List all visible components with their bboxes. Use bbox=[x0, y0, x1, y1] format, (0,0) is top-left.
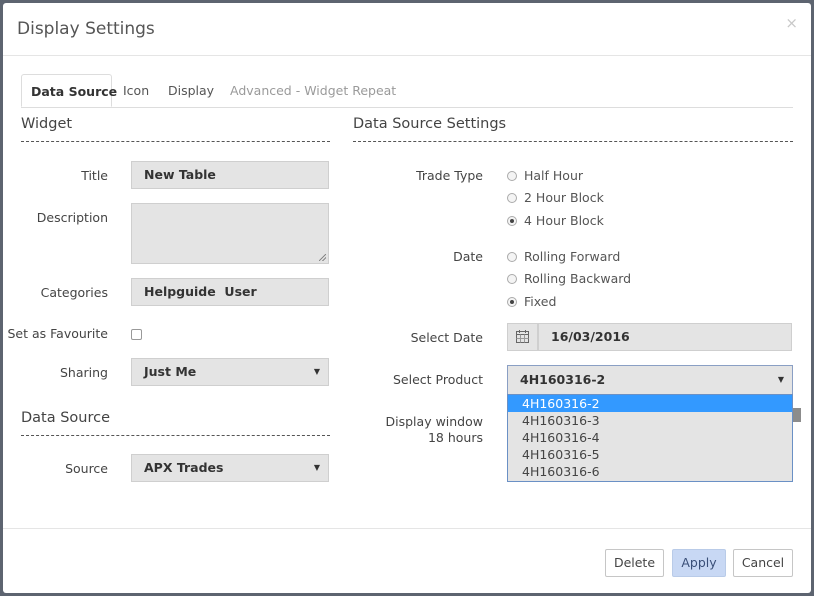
calendar-icon bbox=[516, 330, 529, 343]
product-option[interactable]: 4H160316-2 bbox=[508, 395, 792, 412]
trade-type-half-hour[interactable]: Half Hour bbox=[507, 168, 583, 183]
data-source-section-title: Data Source bbox=[21, 410, 330, 436]
product-option[interactable]: 4H160316-5 bbox=[508, 446, 792, 463]
radio-icon bbox=[507, 252, 517, 262]
radio-label: Rolling Forward bbox=[524, 249, 621, 264]
scrollbar-thumb[interactable] bbox=[793, 408, 801, 422]
favourite-checkbox[interactable] bbox=[131, 329, 142, 340]
select-product-select[interactable]: 4H160316-2 ▼ bbox=[507, 365, 793, 395]
trade-type-label: Trade Type bbox=[416, 168, 483, 183]
product-option[interactable]: 4H160316-3 bbox=[508, 412, 792, 429]
cancel-button[interactable]: Cancel bbox=[733, 549, 793, 577]
source-label: Source bbox=[65, 461, 108, 476]
sharing-value: Just Me bbox=[144, 364, 197, 379]
select-date-input[interactable]: 16/03/2016 bbox=[538, 323, 792, 351]
caret-down-icon: ▼ bbox=[313, 463, 320, 472]
sharing-select[interactable]: Just Me ▼ bbox=[131, 358, 329, 386]
radio-label: Rolling Backward bbox=[524, 271, 632, 286]
select-product-value: 4H160316-2 bbox=[520, 372, 606, 387]
trade-type-2-hour-block[interactable]: 2 Hour Block bbox=[507, 190, 604, 205]
apply-button[interactable]: Apply bbox=[672, 549, 726, 577]
product-option[interactable]: 4H160316-4 bbox=[508, 429, 792, 446]
modal-footer: Delete Apply Cancel bbox=[3, 528, 811, 593]
calendar-button[interactable] bbox=[507, 323, 538, 351]
delete-button[interactable]: Delete bbox=[605, 549, 664, 577]
source-value: APX Trades bbox=[144, 460, 224, 475]
description-textarea[interactable] bbox=[131, 203, 329, 264]
title-label: Title bbox=[81, 168, 108, 183]
modal-title: Display Settings bbox=[17, 19, 155, 39]
sharing-label: Sharing bbox=[60, 365, 108, 380]
date-rolling-backward[interactable]: Rolling Backward bbox=[507, 271, 631, 286]
categories-label: Categories bbox=[40, 285, 108, 300]
caret-down-icon: ▼ bbox=[313, 367, 320, 376]
trade-type-4-hour-block[interactable]: 4 Hour Block bbox=[507, 213, 604, 228]
radio-label: 2 Hour Block bbox=[524, 190, 604, 205]
radio-icon bbox=[507, 171, 517, 181]
title-input[interactable]: New Table bbox=[131, 161, 329, 189]
radio-label: 4 Hour Block bbox=[524, 213, 604, 228]
tab-display[interactable]: Display bbox=[168, 74, 214, 107]
tab-bar: Data Source Icon Display Advanced - Widg… bbox=[21, 74, 793, 108]
radio-checked-icon bbox=[507, 216, 517, 226]
date-fixed[interactable]: Fixed bbox=[507, 294, 556, 309]
favourite-label: Set as Favourite bbox=[7, 326, 108, 341]
date-label: Date bbox=[453, 249, 483, 264]
display-window-value: 18 hours bbox=[427, 430, 483, 445]
product-option[interactable]: 4H160316-6 bbox=[508, 463, 792, 480]
widget-section-title: Widget bbox=[21, 116, 330, 142]
data-source-settings-title: Data Source Settings bbox=[353, 116, 793, 142]
radio-label: Half Hour bbox=[524, 168, 584, 183]
source-select[interactable]: APX Trades ▼ bbox=[131, 454, 329, 482]
tab-data-source[interactable]: Data Source bbox=[21, 74, 117, 107]
select-date-label: Select Date bbox=[410, 330, 483, 345]
date-rolling-forward[interactable]: Rolling Forward bbox=[507, 249, 620, 264]
tab-icon[interactable]: Icon bbox=[123, 74, 149, 107]
caret-down-icon: ▼ bbox=[777, 375, 784, 384]
categories-input[interactable]: Helpguide User bbox=[131, 278, 329, 306]
radio-icon bbox=[507, 193, 517, 203]
resize-grip-icon[interactable] bbox=[319, 254, 326, 261]
display-window-label: Display window bbox=[385, 414, 483, 429]
display-settings-modal: Display Settings × Data Source Icon Disp… bbox=[3, 3, 811, 593]
close-icon[interactable]: × bbox=[785, 14, 798, 32]
radio-icon bbox=[507, 274, 517, 284]
radio-label: Fixed bbox=[524, 294, 557, 309]
tab-advanced-widget-repeat[interactable]: Advanced - Widget Repeat bbox=[230, 74, 396, 107]
description-label: Description bbox=[36, 210, 108, 225]
product-dropdown-list: 4H160316-2 4H160316-3 4H160316-4 4H16031… bbox=[507, 394, 793, 482]
radio-checked-icon bbox=[507, 297, 517, 307]
select-product-label: Select Product bbox=[393, 372, 483, 387]
modal-header: Display Settings × bbox=[3, 3, 811, 56]
